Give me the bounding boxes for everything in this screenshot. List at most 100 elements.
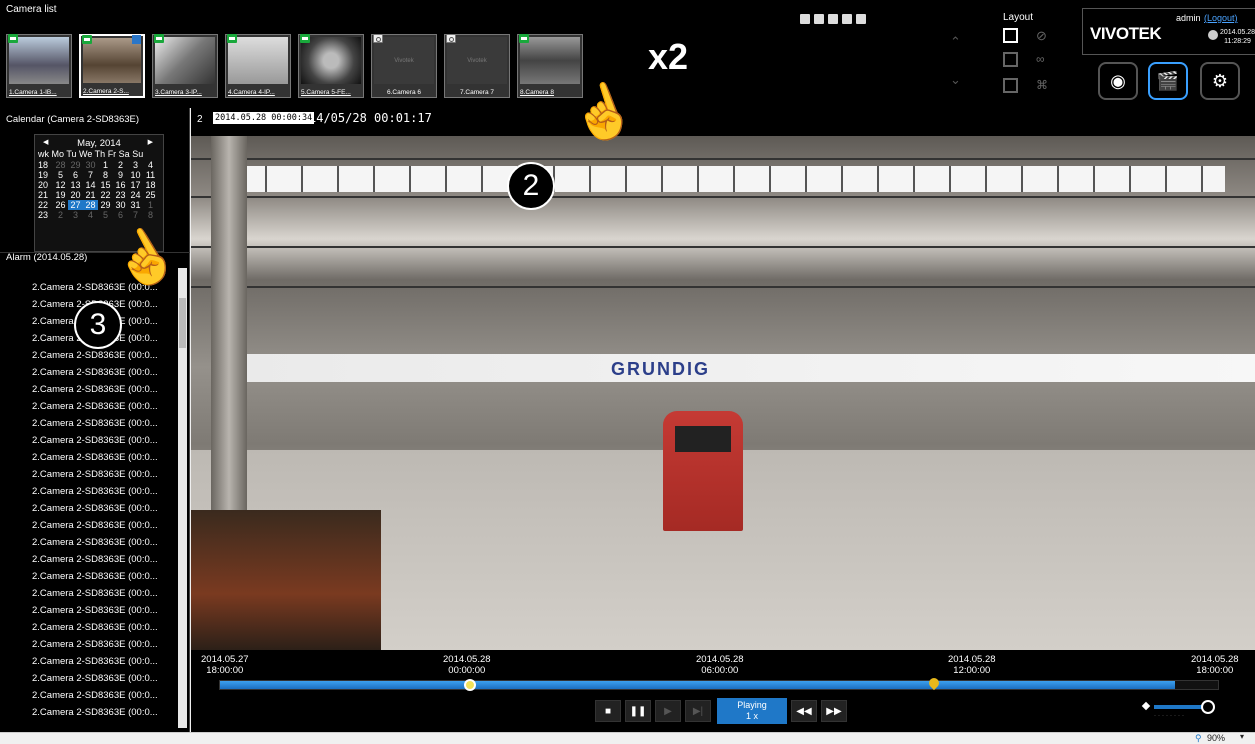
camera-label[interactable]: 2.Camera 2-S... <box>83 88 141 95</box>
alarm-list-item[interactable]: 2.Camera 2-SD8363E (00:0... <box>0 483 178 500</box>
playback-status-button[interactable]: Playing 1 x <box>717 698 787 724</box>
alarm-scroll-thumb[interactable] <box>179 298 186 348</box>
calendar-day[interactable]: 2 <box>53 210 68 220</box>
step-forward-button[interactable]: ▶| <box>685 700 711 722</box>
alarm-list-item[interactable]: 2.Camera 2-SD8363E (00:0... <box>0 415 178 432</box>
alarm-list-item[interactable]: 2.Camera 2-SD8363E (00:0... <box>0 364 178 381</box>
page-zoom-level[interactable]: 90% <box>1207 733 1225 743</box>
calendar-next-icon[interactable]: ▶ <box>148 138 153 146</box>
alarm-list-item[interactable]: 2.Camera 2-SD8363E (00:0... <box>0 432 178 449</box>
alarm-list-item[interactable]: 2.Camera 2-SD8363E (00:0... <box>0 619 178 636</box>
calendar-day[interactable]: 10 <box>128 170 143 180</box>
timeline-zoom-knob[interactable] <box>1201 700 1215 714</box>
pause-button[interactable]: ❚❚ <box>625 700 651 722</box>
calendar-day[interactable]: 5 <box>98 210 113 220</box>
alarm-list-item[interactable]: 2.Camera 2-SD8363E (00:0... <box>0 602 178 619</box>
fast-forward-button[interactable]: ▶▶ <box>821 700 847 722</box>
alarm-list-item[interactable]: 2.Camera 2-SD8363E (00:0... <box>0 466 178 483</box>
calendar-day[interactable]: 6 <box>68 170 83 180</box>
chevron-down-icon[interactable]: ▾ <box>1240 732 1244 741</box>
calendar-day[interactable]: 3 <box>68 210 83 220</box>
rewind-button[interactable]: ◀◀ <box>791 700 817 722</box>
calendar-day[interactable]: 7 <box>83 170 98 180</box>
camera-label[interactable]: 1.Camera 1-IB... <box>9 89 69 96</box>
calendar-day[interactable]: 4 <box>143 160 158 170</box>
no-entry-icon[interactable] <box>828 14 838 24</box>
alarm-list-item[interactable]: 2.Camera 2-SD8363E (00:0... <box>0 636 178 653</box>
calendar-day[interactable]: 24 <box>128 190 143 200</box>
camera-thumbnail[interactable]: 4.Camera 4-IP... <box>225 34 291 98</box>
calendar-day[interactable]: 30 <box>83 160 98 170</box>
calendar-day[interactable]: 8 <box>98 170 113 180</box>
alarm-list-item[interactable]: 2.Camera 2-SD8363E (00:0... <box>0 534 178 551</box>
alarm-list-item[interactable]: 2.Camera 2-SD8363E (00:0... <box>0 670 178 687</box>
calendar-day[interactable]: 9 <box>113 170 128 180</box>
logout-link[interactable]: (Logout) <box>1204 13 1238 23</box>
alarm-list-item[interactable]: 2.Camera 2-SD8363E (00:0... <box>0 381 178 398</box>
calendar-day[interactable]: 4 <box>83 210 98 220</box>
camera-thumbnail[interactable]: Vivotek 7.Camera 7 <box>444 34 510 98</box>
snapshot-icon[interactable] <box>814 14 824 24</box>
camera-label[interactable]: 3.Camera 3-IP... <box>155 89 215 96</box>
calendar-day[interactable]: 16 <box>113 180 128 190</box>
calendar-day[interactable]: 14 <box>83 180 98 190</box>
settings-button[interactable]: ⚙ <box>1200 62 1240 100</box>
alarm-list-item[interactable]: 2.Camera 2-SD8363E (00:0... <box>0 500 178 517</box>
camera-label[interactable]: 4.Camera 4-IP... <box>228 89 288 96</box>
alarm-list-item[interactable]: 2.Camera 2-SD8363E (00:0... <box>0 398 178 415</box>
calendar-day[interactable]: 2 <box>113 160 128 170</box>
calendar-day[interactable]: 29 <box>68 160 83 170</box>
alarm-list-item[interactable]: 2.Camera 2-SD8363E (00:0... <box>0 585 178 602</box>
calendar-day[interactable]: 5 <box>53 170 68 180</box>
calendar-day[interactable]: 29 <box>98 200 113 210</box>
layout-link-icon[interactable]: ∞ <box>1036 52 1051 67</box>
camera-thumbnail[interactable]: 5.Camera 5-FE... <box>298 34 364 98</box>
layout-split-icon[interactable] <box>1003 78 1018 93</box>
calendar-day[interactable]: 7 <box>128 210 143 220</box>
calendar-day[interactable]: 26 <box>53 200 68 210</box>
calendar-day[interactable]: 6 <box>113 210 128 220</box>
calendar-day[interactable]: 28 <box>83 200 98 210</box>
pin-icon[interactable] <box>856 14 866 24</box>
layout-quad-icon[interactable] <box>1003 52 1018 67</box>
layout-fullscreen-icon[interactable]: ⌘ <box>1036 78 1051 93</box>
calendar-day[interactable]: 30 <box>113 200 128 210</box>
calendar-day[interactable]: 20 <box>68 190 83 200</box>
calendar-day[interactable]: 22 <box>98 190 113 200</box>
calendar-day[interactable]: 21 <box>83 190 98 200</box>
playback-button[interactable]: 🎬 <box>1148 62 1188 100</box>
zoom-out-icon[interactable] <box>1141 701 1151 711</box>
timeline-playhead[interactable] <box>464 679 476 691</box>
calendar-day[interactable]: 1 <box>98 160 113 170</box>
calendar-day[interactable]: 25 <box>143 190 158 200</box>
alarm-list-item[interactable]: 2.Camera 2-SD8363E (00:0... <box>0 653 178 670</box>
calendar-day[interactable]: 18 <box>143 180 158 190</box>
play-button[interactable]: ▶ <box>655 700 681 722</box>
calendar-day[interactable]: 15 <box>98 180 113 190</box>
calendar-day[interactable]: 31 <box>128 200 143 210</box>
alarm-list-item[interactable]: 2.Camera 2-SD8363E (00:0... <box>0 347 178 364</box>
camera-label[interactable]: 5.Camera 5-FE... <box>301 89 361 96</box>
alarm-scrollbar[interactable] <box>178 268 187 728</box>
alarm-list-item[interactable]: 2.Camera 2-SD8363E (00:0... <box>0 687 178 704</box>
calendar-day[interactable]: 17 <box>128 180 143 190</box>
scroll-up-icon[interactable]: ⌃ <box>950 34 961 50</box>
camera-label[interactable]: 7.Camera 7 <box>447 89 507 96</box>
scroll-down-icon[interactable]: ⌄ <box>950 72 961 88</box>
calendar-day[interactable]: 3 <box>128 160 143 170</box>
alarm-list-item[interactable]: 2.Camera 2-SD8363E (00:0... <box>0 517 178 534</box>
calendar-day[interactable]: 11 <box>143 170 158 180</box>
camera-thumbnail[interactable]: 2.Camera 2-S... <box>79 34 145 98</box>
timeline-track[interactable] <box>219 675 1219 691</box>
camera-label[interactable]: 6.Camera 6 <box>374 89 434 96</box>
stop-button[interactable]: ■ <box>595 700 621 722</box>
camera-thumbnail[interactable]: 8.Camera 8 <box>517 34 583 98</box>
calendar-day[interactable]: 1 <box>143 200 158 210</box>
liveview-button[interactable]: ◉ <box>1098 62 1138 100</box>
alarm-list-item[interactable]: 2.Camera 2-SD8363E (00:0... <box>0 449 178 466</box>
layout-single-icon[interactable] <box>1003 28 1018 43</box>
calendar-day[interactable]: 28 <box>53 160 68 170</box>
calendar-day[interactable]: 12 <box>53 180 68 190</box>
camera-thumbnail[interactable]: Vivotek 6.Camera 6 <box>371 34 437 98</box>
video-view[interactable]: GRUNDIG <box>191 136 1255 650</box>
